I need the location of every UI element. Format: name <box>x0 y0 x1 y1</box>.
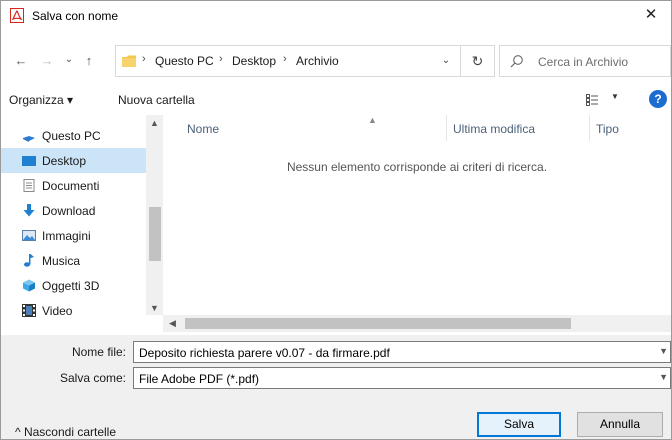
cancel-button[interactable]: Annulla <box>577 412 663 437</box>
refresh-icon[interactable]: ↻ <box>461 45 495 77</box>
close-icon[interactable]: ✕ <box>631 1 671 31</box>
new-folder-button[interactable]: Nuova cartella <box>118 93 195 107</box>
navigation-pane: Questo PC Desktop Documenti Download Imm… <box>1 115 163 333</box>
objects-3d-icon <box>23 279 35 292</box>
column-header-name[interactable]: Nome <box>187 122 219 136</box>
column-header-modified[interactable]: Ultima modifica <box>453 122 535 136</box>
sidebar-item-oggetti-3d[interactable]: Oggetti 3D <box>1 273 146 298</box>
horizontal-scrollbar[interactable]: ◀ <box>163 315 671 332</box>
forward-arrow-icon[interactable]: → <box>37 53 57 68</box>
filename-field[interactable]: Deposito richiesta parere v0.07 - da fir… <box>133 341 671 363</box>
column-header-type[interactable]: Tipo <box>596 122 619 136</box>
breadcrumb-desktop[interactable]: Desktop <box>232 54 276 68</box>
up-arrow-icon[interactable]: ↑ <box>79 53 99 68</box>
scroll-up-arrow-icon[interactable]: ▲ <box>150 118 159 128</box>
save-as-type-select[interactable]: File Adobe PDF (*.pdf) ▼ <box>133 367 671 389</box>
address-bar[interactable]: › Questo PC › Desktop › Archivio ⌄ <box>115 45 461 77</box>
folder-icon <box>122 55 136 67</box>
filename-value: Deposito richiesta parere v0.07 - da fir… <box>139 346 390 360</box>
sidebar-item-label: Questo PC <box>42 129 101 143</box>
sidebar-item-label: Oggetti 3D <box>42 279 100 293</box>
save-as-type-label: Salva come: <box>59 371 126 385</box>
empty-state-message: Nessun elemento corrisponde ai criteri d… <box>286 160 548 174</box>
save-button[interactable]: Salva <box>477 412 561 437</box>
sidebar-item-documenti[interactable]: Documenti <box>1 173 146 198</box>
sidebar-item-immagini[interactable]: Immagini <box>1 223 146 248</box>
title-bar: Salva con nome ✕ <box>1 1 671 31</box>
computer-icon <box>23 136 35 142</box>
help-icon[interactable]: ? <box>649 90 667 108</box>
save-as-type-dropdown-icon[interactable]: ▼ <box>659 372 668 382</box>
sidebar-item-label: Musica <box>42 254 81 268</box>
scroll-left-arrow-icon[interactable]: ◀ <box>169 318 176 329</box>
column-divider[interactable] <box>589 115 590 141</box>
save-as-dialog: Salva con nome ✕ ← → ⌄ ↑ › Questo PC › D… <box>0 0 672 440</box>
sidebar-item-musica[interactable]: Musica <box>1 248 146 273</box>
view-options-icon[interactable] <box>586 94 598 106</box>
breadcrumb-archivio[interactable]: Archivio <box>296 54 339 68</box>
sidebar-item-questo-pc[interactable]: Questo PC <box>1 123 146 148</box>
window-title: Salva con nome <box>32 9 119 23</box>
sidebar-item-label: Documenti <box>42 179 100 193</box>
breadcrumb-separator-icon[interactable]: › <box>219 53 223 65</box>
sidebar-item-label: Desktop <box>42 154 87 168</box>
sidebar-item-download[interactable]: Download <box>1 198 146 223</box>
sort-ascending-icon: ▲ <box>368 115 377 125</box>
recent-locations-chevron-icon[interactable]: ⌄ <box>59 54 79 65</box>
save-form: Nome file: Deposito richiesta parere v0.… <box>1 335 671 439</box>
navpane-scroll-thumb[interactable] <box>149 207 161 261</box>
command-bar: Organizza ▾ Nuova cartella ▼ ? <box>1 87 671 113</box>
sidebar-item-label: Immagini <box>42 229 91 243</box>
breadcrumb-separator-icon[interactable]: › <box>283 53 287 65</box>
search-placeholder: Cerca in Archivio <box>538 55 629 69</box>
sidebar-item-label: Download <box>42 204 96 218</box>
save-as-type-value: File Adobe PDF (*.pdf) <box>139 372 260 386</box>
sidebar-item-video[interactable]: Video <box>1 298 146 323</box>
sidebar-item-desktop[interactable]: Desktop <box>1 148 146 173</box>
sidebar-item-label: Video <box>42 304 73 318</box>
view-dropdown-icon[interactable]: ▼ <box>611 92 619 101</box>
breadcrumb-separator-icon: › <box>142 53 146 65</box>
documents-icon <box>23 179 35 192</box>
search-icon <box>510 55 523 68</box>
back-arrow-icon[interactable]: ← <box>11 53 31 68</box>
organize-menu-button[interactable]: Organizza ▾ <box>9 93 73 107</box>
desktop-icon <box>22 156 36 166</box>
column-divider[interactable] <box>446 115 447 141</box>
music-icon <box>24 254 34 267</box>
scroll-down-arrow-icon[interactable]: ▼ <box>150 303 159 313</box>
filename-dropdown-icon[interactable]: ▼ <box>659 346 668 356</box>
pictures-icon <box>22 230 36 241</box>
address-dropdown-icon[interactable]: ⌄ <box>432 46 460 76</box>
search-box[interactable]: Cerca in Archivio <box>499 45 671 77</box>
pdf-document-icon <box>10 8 24 23</box>
download-icon <box>23 204 35 217</box>
hide-folders-button[interactable]: ^ Nascondi cartelle <box>15 425 116 439</box>
file-list: Nome ▲ Ultima modifica Tipo Nessun eleme… <box>163 115 671 333</box>
breadcrumb-questo-pc[interactable]: Questo PC <box>155 54 214 68</box>
filename-label: Nome file: <box>71 345 126 359</box>
video-icon <box>22 304 36 317</box>
navigation-bar: ← → ⌄ ↑ › Questo PC › Desktop › Archivio… <box>1 45 671 77</box>
horizontal-scroll-thumb[interactable] <box>185 318 571 329</box>
